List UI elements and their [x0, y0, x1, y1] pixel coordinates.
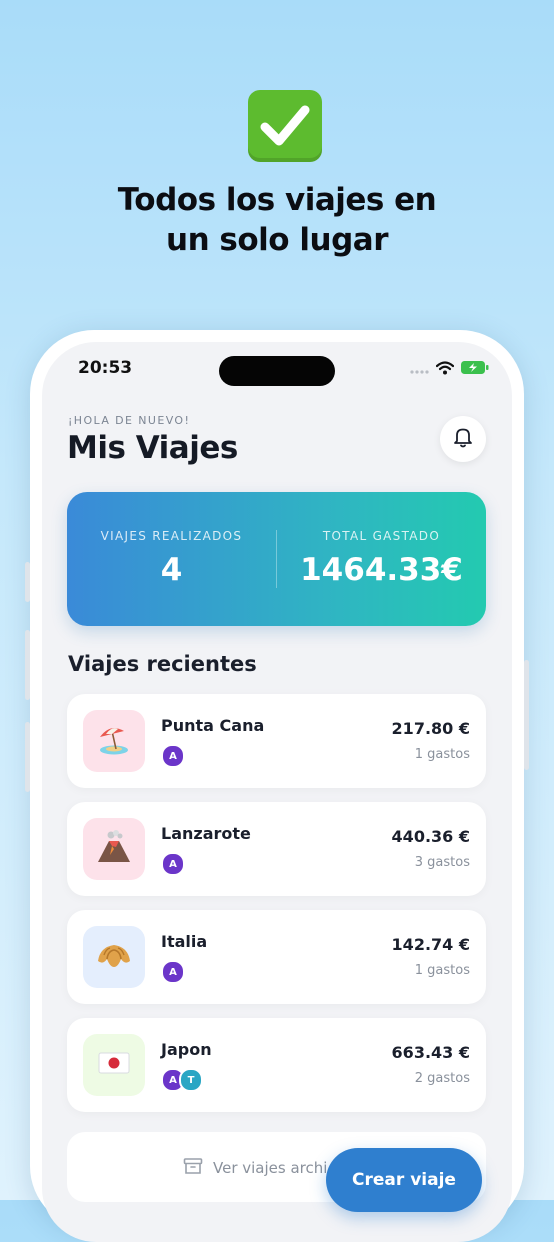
volcano-icon [96, 829, 132, 869]
app-screen: 20:53 ¡HOLA DE NUEVO! Mis Viajes VIAJES … [42, 342, 512, 1242]
spent-stat-label: TOTAL GASTADO [322, 529, 441, 543]
avatar: A [161, 744, 185, 768]
avatar: A [161, 852, 185, 876]
trip-name: Japon [161, 1040, 212, 1059]
hero-title: Todos los viajes en un solo lugar [0, 180, 554, 260]
battery-charging-icon [460, 360, 490, 379]
trip-amount: 663.43 € [391, 1043, 470, 1062]
hero-title-line-1: Todos los viajes en [117, 182, 437, 218]
phone-frame: 20:53 ¡HOLA DE NUEVO! Mis Viajes VIAJES … [25, 330, 529, 1242]
trip-members: A [161, 852, 185, 876]
trip-members: A [161, 744, 185, 768]
trip-expense-count: 1 gastos [414, 963, 470, 978]
bell-icon [453, 426, 473, 452]
status-icons [410, 360, 490, 379]
croissant-icon [95, 937, 133, 977]
trip-expense-count: 1 gastos [414, 747, 470, 762]
trip-thumbnail [83, 1034, 145, 1096]
trip-name: Lanzarote [161, 824, 251, 843]
archive-row: Ver viajes archi [183, 1157, 327, 1179]
trip-expense-count: 3 gastos [414, 855, 470, 870]
archive-label: Ver viajes archi [213, 1159, 328, 1177]
trip-amount: 440.36 € [391, 827, 470, 846]
trip-amount: 142.74 € [391, 935, 470, 954]
trip-thumbnail [83, 818, 145, 880]
dynamic-island [219, 356, 335, 386]
trips-stat: VIAJES REALIZADOS 4 [67, 492, 276, 626]
signal-icon [410, 360, 430, 379]
trip-amount: 217.80 € [391, 719, 470, 738]
wifi-icon [435, 360, 455, 379]
spent-stat: TOTAL GASTADO 1464.33€ [277, 492, 486, 626]
trip-members: A T [161, 1068, 203, 1092]
trip-card[interactable]: Japon A T 663.43 € 2 gastos [67, 1018, 486, 1112]
phone-side-button [524, 660, 529, 770]
avatar: A [161, 960, 185, 984]
trip-card[interactable]: Punta Cana A 217.80 € 1 gastos [67, 694, 486, 788]
trip-members: A [161, 960, 185, 984]
trips-stat-label: VIAJES REALIZADOS [100, 529, 243, 543]
phone-side-button [25, 630, 30, 700]
phone-side-button [25, 562, 30, 602]
trips-stat-value: 4 [160, 552, 183, 588]
status-time: 20:53 [78, 358, 133, 378]
trip-thumbnail [83, 710, 145, 772]
trip-card[interactable]: Lanzarote A 440.36 € 3 gastos [67, 802, 486, 896]
spent-stat-value: 1464.33€ [300, 552, 463, 588]
trip-card[interactable]: Italia A 142.74 € 1 gastos [67, 910, 486, 1004]
beach-umbrella-icon [96, 721, 132, 761]
phone-side-button [25, 722, 30, 792]
check-mark-icon [248, 90, 322, 162]
trip-thumbnail [83, 926, 145, 988]
page-title: Mis Viajes [67, 430, 238, 466]
hero-title-line-2: un solo lugar [166, 222, 389, 258]
greeting-label: ¡HOLA DE NUEVO! [68, 414, 191, 427]
avatar: T [179, 1068, 203, 1092]
trip-name: Punta Cana [161, 716, 265, 735]
trip-name: Italia [161, 932, 208, 951]
stats-card: VIAJES REALIZADOS 4 TOTAL GASTADO 1464.3… [67, 492, 486, 626]
trip-expense-count: 2 gastos [414, 1071, 470, 1086]
recent-trips-title: Viajes recientes [68, 652, 257, 676]
archive-box-icon [183, 1157, 203, 1179]
japan-flag-icon [98, 1051, 130, 1079]
notifications-button[interactable] [440, 416, 486, 462]
create-trip-button[interactable]: Crear viaje [326, 1148, 482, 1212]
